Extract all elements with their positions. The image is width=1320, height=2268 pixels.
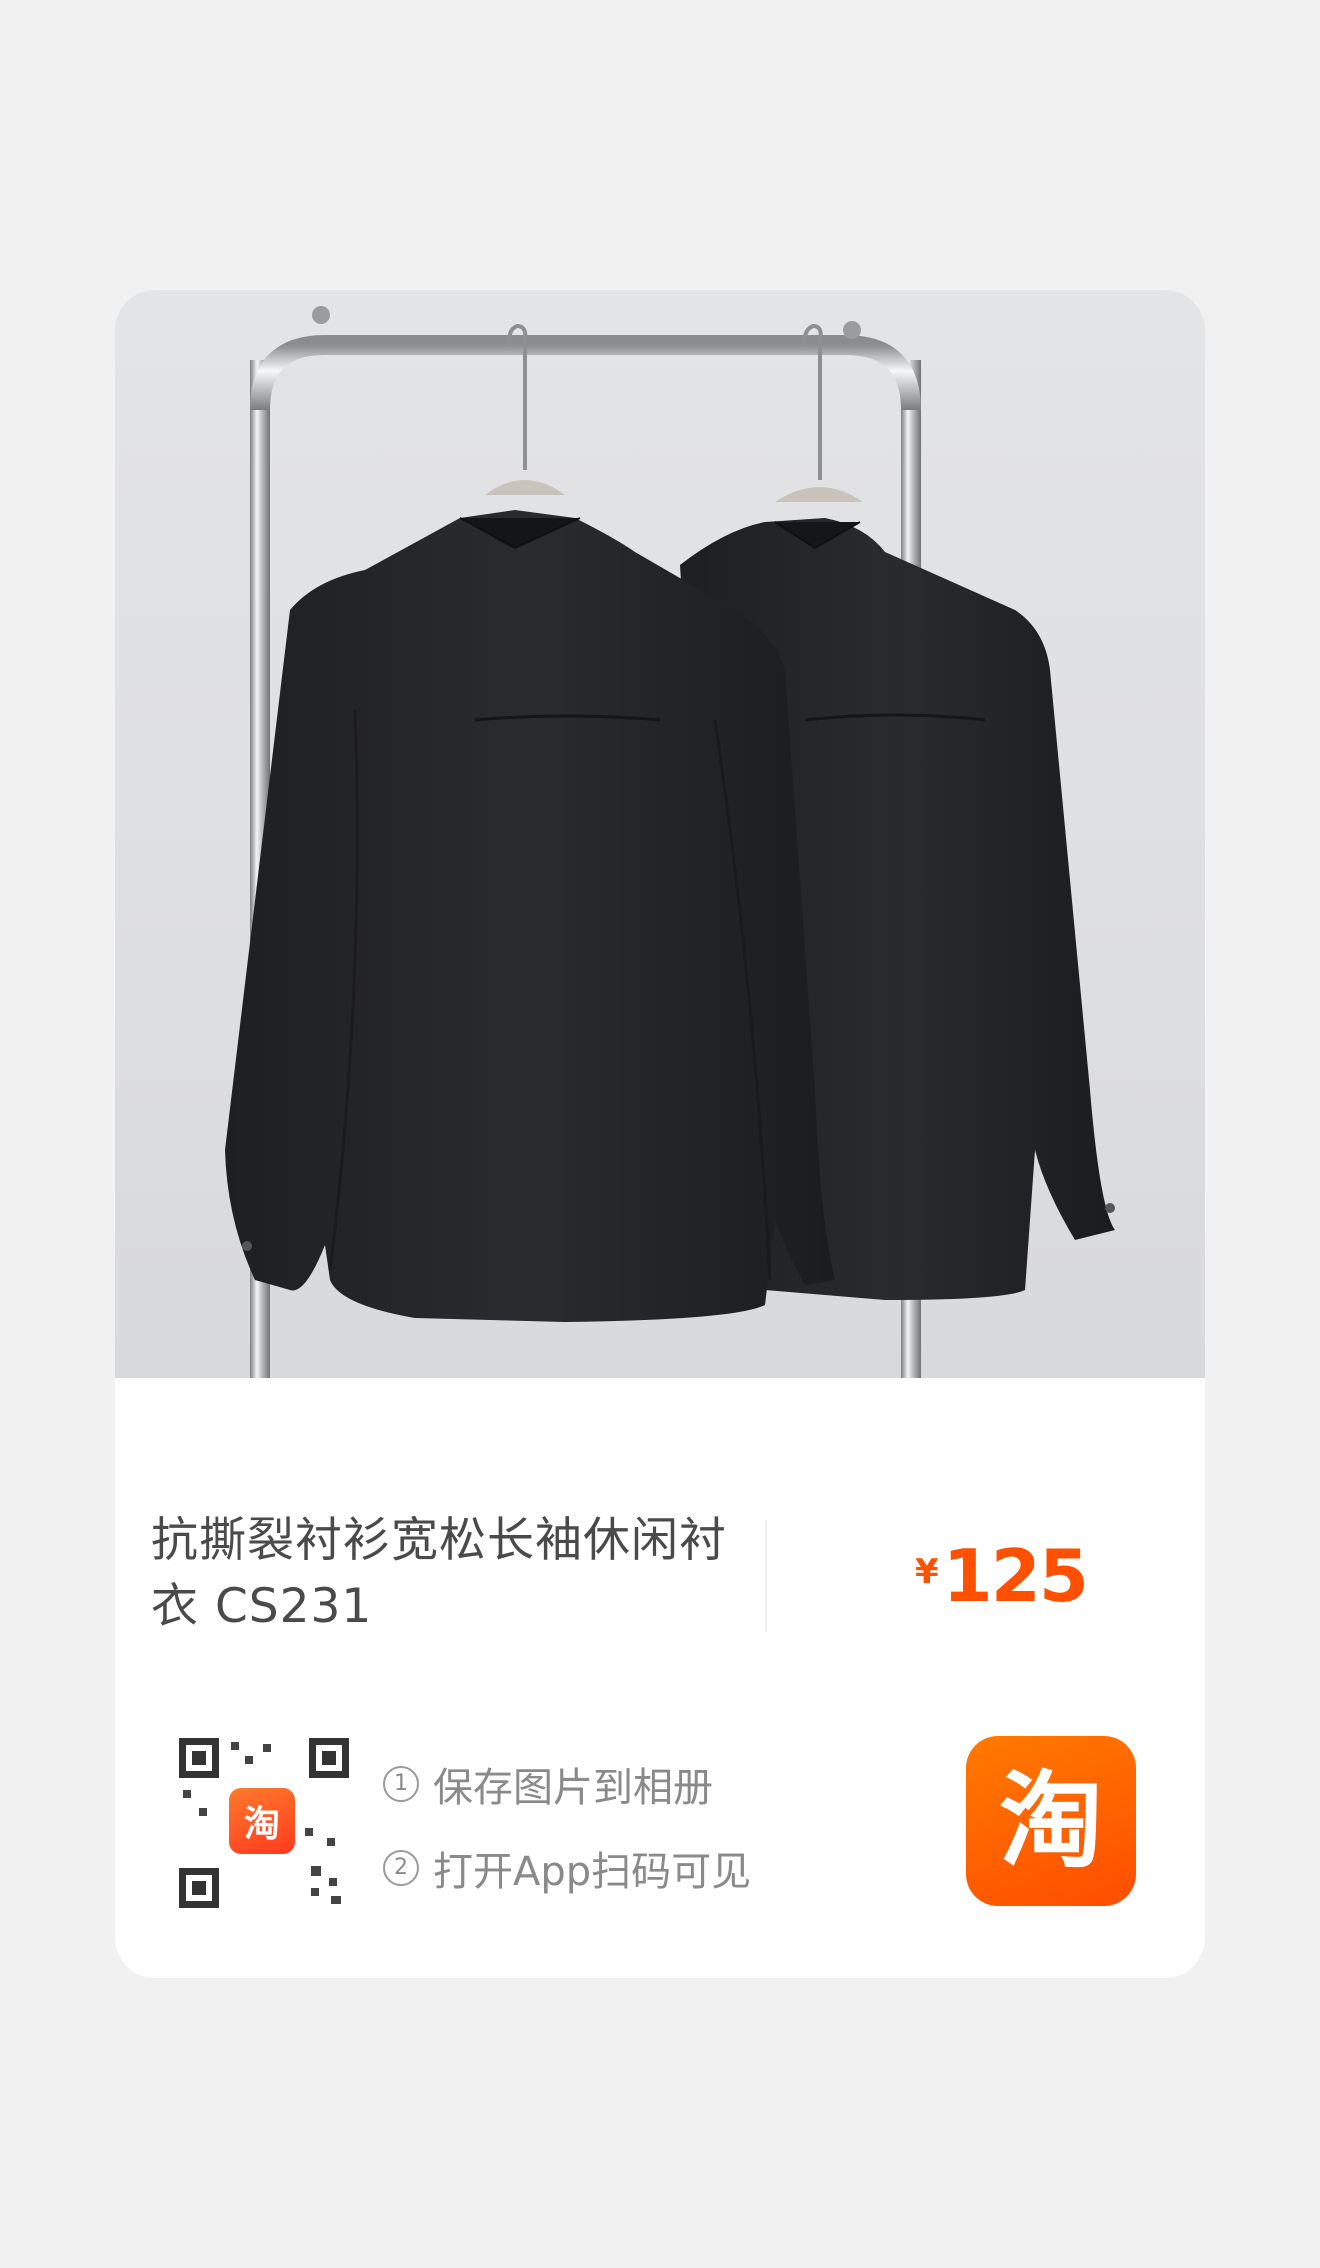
- step-label: 打开App扫码可见: [433, 1849, 752, 1895]
- qr-module: [329, 1878, 337, 1886]
- step-save-image: 1 保存图片到相册: [383, 1742, 751, 1826]
- qr-module: [311, 1888, 319, 1896]
- currency-symbol: ¥: [915, 1552, 939, 1592]
- step-open-app: 2 打开App扫码可见: [383, 1826, 751, 1910]
- app-logo-glyph: 淘: [998, 1760, 1103, 1882]
- taobao-qr-logo-icon: 淘: [229, 1788, 295, 1854]
- divider: [765, 1520, 767, 1632]
- product-title-line1: 抗撕裂衬衫宽松长袖休闲衬: [151, 1513, 727, 1568]
- qr-module: [331, 1896, 341, 1904]
- product-price: ¥125: [915, 1534, 1089, 1618]
- qr-finder-bottom-left: [179, 1868, 219, 1908]
- qr-code[interactable]: 淘: [179, 1738, 349, 1908]
- qr-finder-top-right: [309, 1738, 349, 1778]
- scan-instructions: 1 保存图片到相册 2 打开App扫码可见: [383, 1742, 751, 1910]
- qr-module: [327, 1838, 335, 1846]
- qr-logo-glyph: 淘: [243, 1804, 280, 1845]
- step-number-icon: 2: [383, 1850, 419, 1886]
- product-title-line2: 衣 CS231: [151, 1579, 373, 1634]
- qr-module: [263, 1744, 271, 1752]
- product-title[interactable]: 抗撕裂衬衫宽松长袖休闲衬 衣 CS231: [151, 1508, 751, 1640]
- qr-module: [311, 1866, 321, 1876]
- step-label: 保存图片到相册: [433, 1765, 713, 1811]
- share-card: 抗撕裂衬衫宽松长袖休闲衬 衣 CS231 ¥125 淘 1 保存图片到相册 2 …: [115, 290, 1205, 1978]
- qr-finder-top-left: [179, 1738, 219, 1778]
- qr-module: [245, 1756, 253, 1764]
- price-amount: 125: [942, 1534, 1089, 1618]
- qr-module: [231, 1742, 239, 1750]
- qr-module: [199, 1808, 207, 1816]
- product-image[interactable]: [115, 290, 1205, 1378]
- qr-module: [305, 1828, 313, 1836]
- taobao-app-logo-icon[interactable]: 淘: [966, 1736, 1136, 1906]
- step-number-icon: 1: [383, 1766, 419, 1802]
- qr-module: [183, 1790, 191, 1798]
